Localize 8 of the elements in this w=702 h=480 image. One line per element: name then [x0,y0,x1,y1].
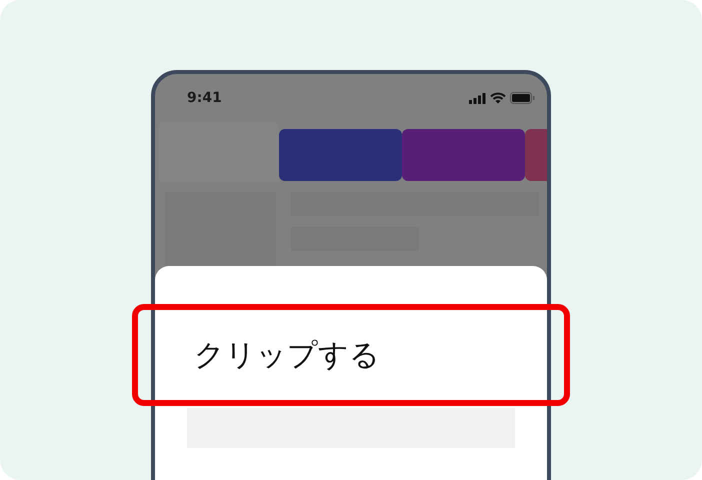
colored-tab[interactable] [279,129,402,181]
menu-item[interactable]: クリップする [155,304,547,406]
battery-icon [510,92,535,104]
wifi-icon [490,92,506,104]
colored-tab[interactable] [525,129,547,181]
colored-tab[interactable] [402,129,525,181]
status-time: 9:41 [187,90,222,106]
signal-icon [469,92,486,104]
